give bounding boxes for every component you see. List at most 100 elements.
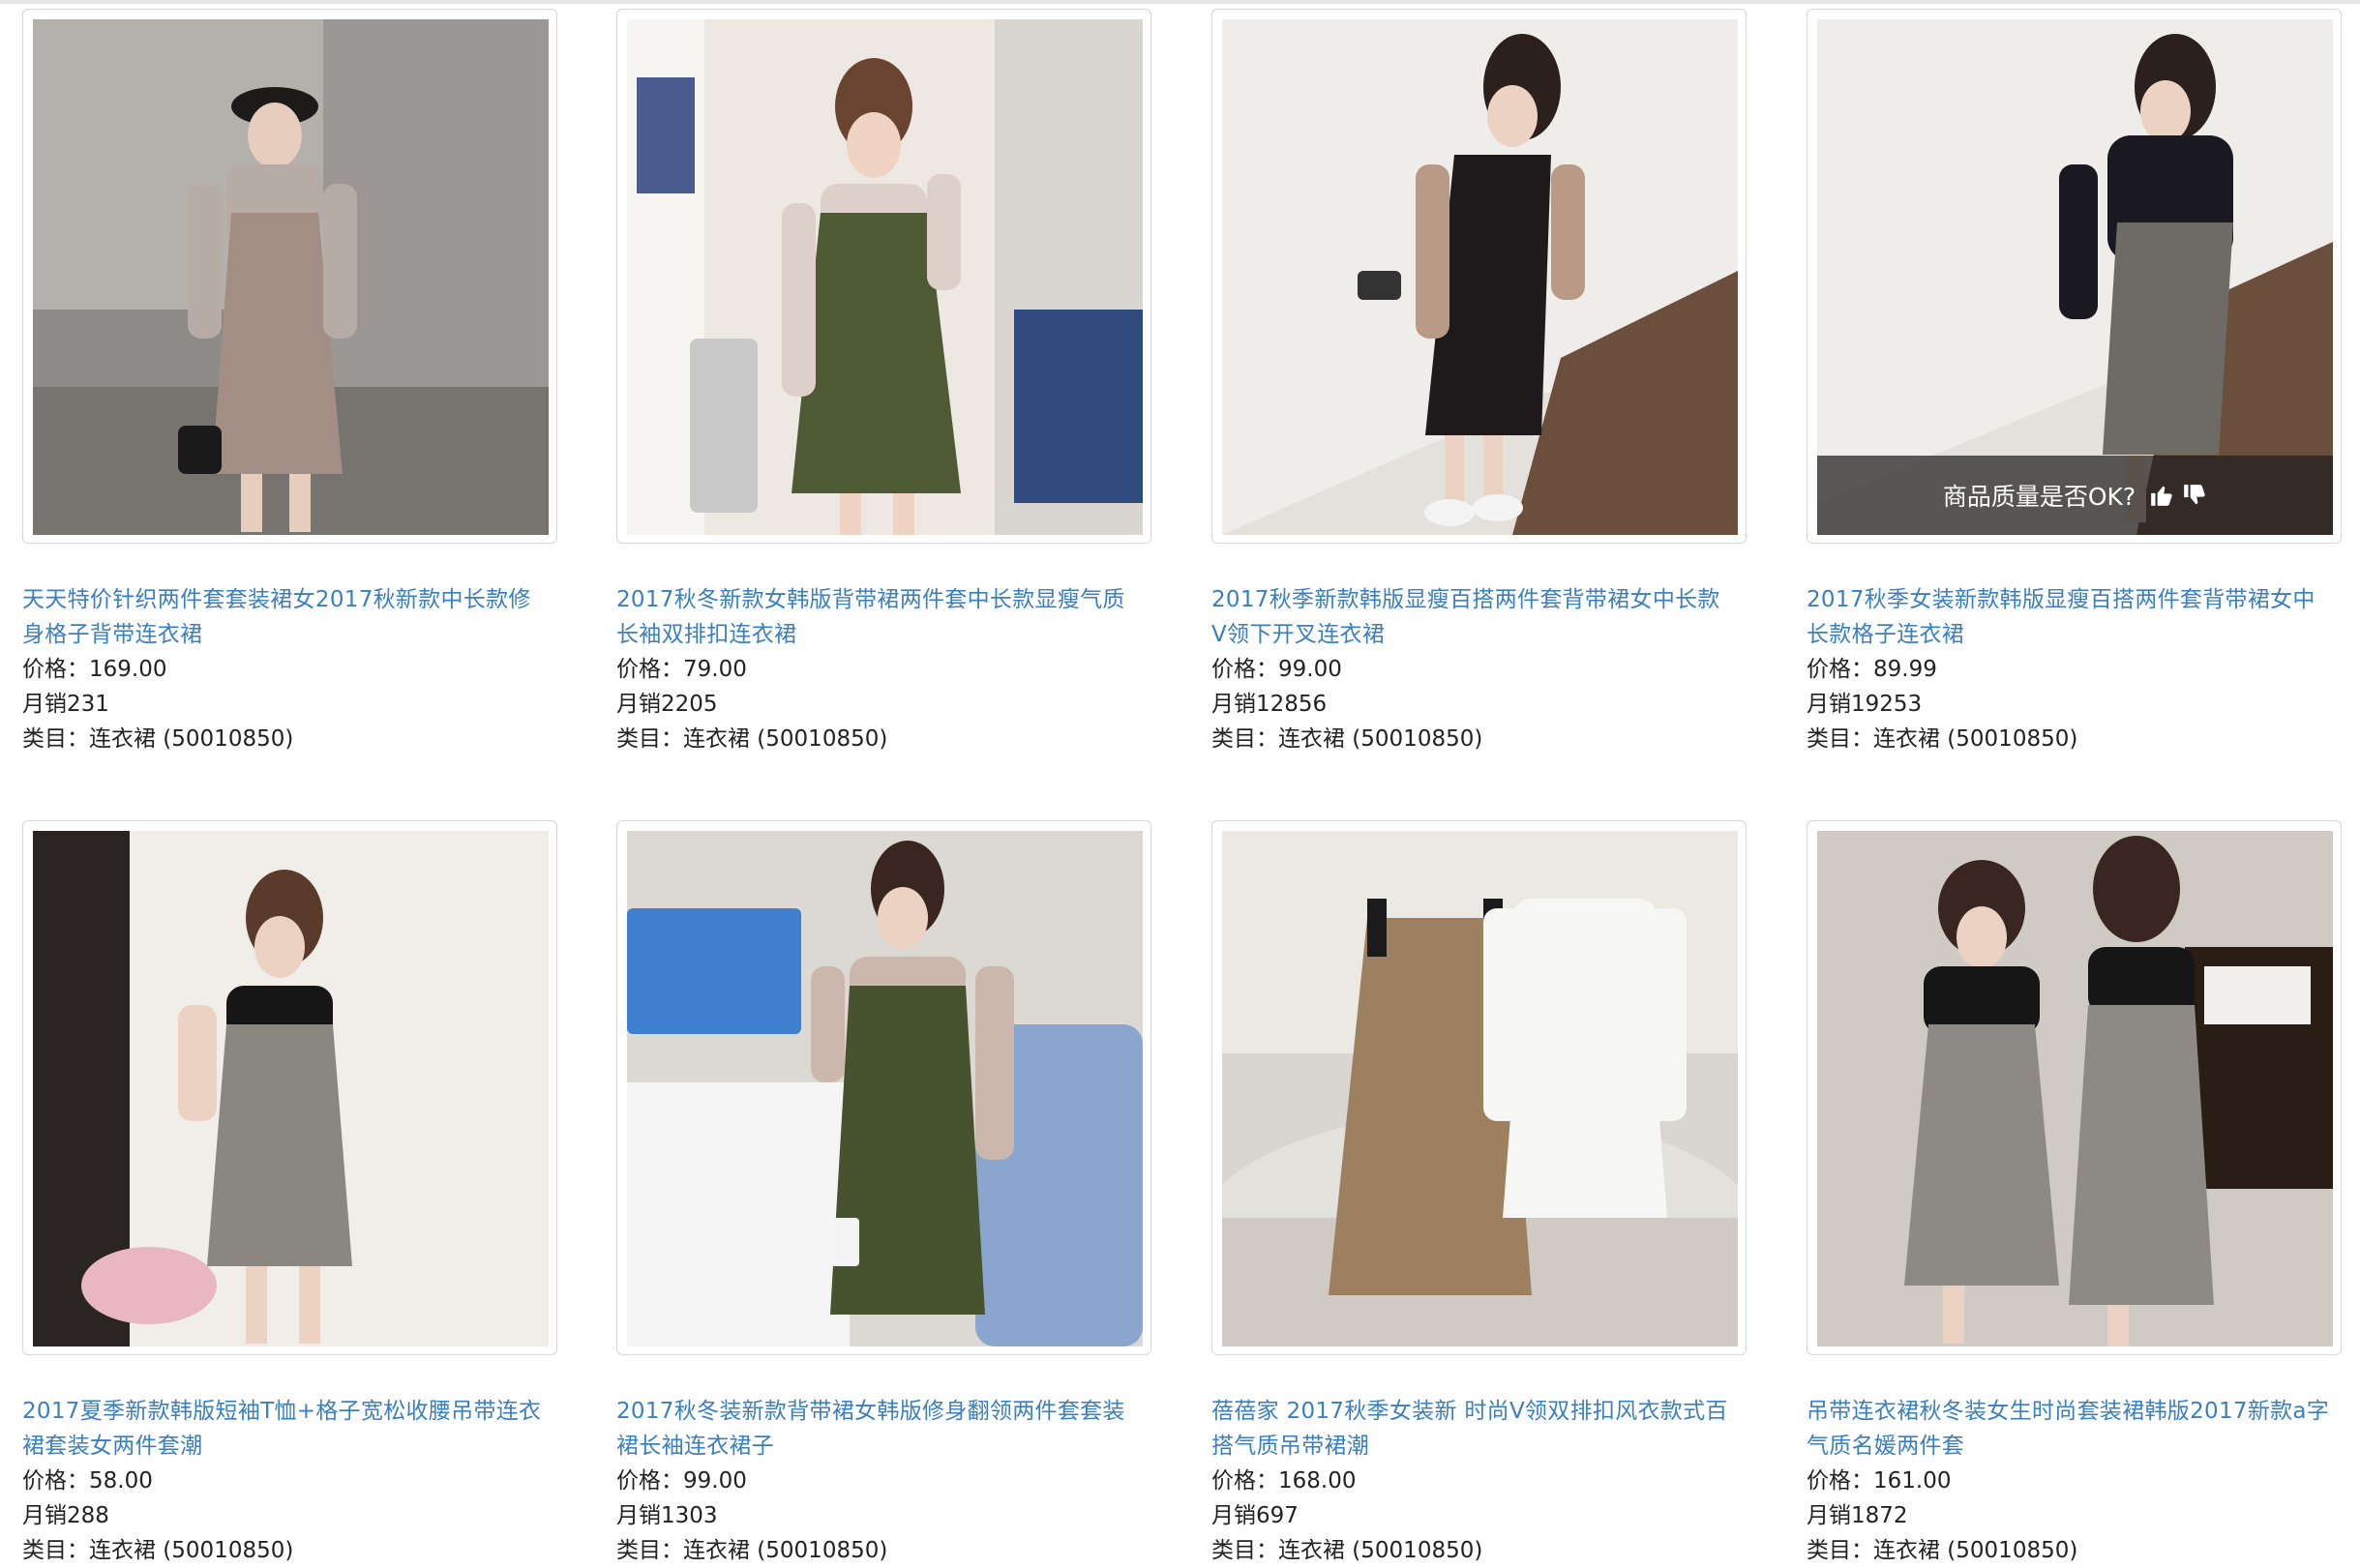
product-photo[interactable] <box>1222 831 1738 1346</box>
product-price: 价格：169.00 <box>22 652 564 687</box>
product-grid: 天天特价针织两件套套装裙女2017秋新款中长款修 身格子背带连衣裙 价格：169… <box>0 0 2360 1563</box>
sales-label: 月销 <box>1807 692 1851 717</box>
sales-value: 12856 <box>1256 692 1328 717</box>
product-price: 价格：58.00 <box>22 1464 564 1498</box>
category-label: 类目： <box>1211 726 1278 752</box>
product-thumbnail[interactable] <box>1211 820 1747 1355</box>
price-value: 99.00 <box>683 1468 747 1494</box>
product-title-line[interactable]: 2017秋季新款韩版显瘦百搭两件套背带裙女中长款 <box>1211 582 1753 617</box>
product-monthly-sales: 月销1303 <box>616 1498 1158 1533</box>
product-title-link[interactable]: 2017秋季新款韩版显瘦百搭两件套背带裙女中长款 V领下开叉连衣裙 <box>1211 582 1753 652</box>
product-photo[interactable]: 商品质量是否OK? <box>1817 19 2333 535</box>
category-label: 类目： <box>22 726 89 752</box>
sales-label: 月销 <box>616 1503 661 1528</box>
product-title-line[interactable]: 2017夏季新款韩版短袖T恤+格子宽松收腰吊带连衣 <box>22 1394 564 1429</box>
product-title-link[interactable]: 2017夏季新款韩版短袖T恤+格子宽松收腰吊带连衣 裙套装女两件套潮 <box>22 1394 564 1464</box>
price-value: 169.00 <box>89 657 167 682</box>
product-thumbnail[interactable] <box>1211 9 1747 544</box>
sales-label: 月销 <box>1211 1503 1256 1528</box>
category-value: 连衣裙 (50010850) <box>1873 1538 2078 1563</box>
product-title-line[interactable]: 蓓蓓家 2017秋季女装新 时尚V领双排扣风衣款式百 <box>1211 1394 1753 1429</box>
category-value: 连衣裙 (50010850) <box>1278 726 1483 752</box>
price-value: 89.99 <box>1873 657 1937 682</box>
price-value: 161.00 <box>1873 1468 1952 1494</box>
quality-feedback-overlay: 商品质量是否OK? <box>1817 456 2333 535</box>
product-category: 类目：连衣裙 (50010850) <box>616 1533 1158 1568</box>
product-category: 类目：连衣裙 (50010850) <box>616 722 1158 756</box>
product-title-line[interactable]: 搭气质吊带裙潮 <box>1211 1429 1753 1464</box>
product-thumbnail[interactable] <box>22 820 557 1355</box>
price-value: 99.00 <box>1278 657 1342 682</box>
product-title-link[interactable]: 2017秋冬新款女韩版背带裙两件套中长款显瘦气质 长袖双排扣连衣裙 <box>616 582 1158 652</box>
product-title-link[interactable]: 蓓蓓家 2017秋季女装新 时尚V领双排扣风衣款式百 搭气质吊带裙潮 <box>1211 1394 1753 1464</box>
product-title-link[interactable]: 2017秋季女装新款韩版显瘦百搭两件套背带裙女中 长款格子连衣裙 <box>1807 582 2348 652</box>
product-title-line[interactable]: 长袖双排扣连衣裙 <box>616 617 1158 652</box>
product-photo[interactable] <box>1222 19 1738 535</box>
sales-label: 月销 <box>22 1503 67 1528</box>
product-category: 类目：连衣裙 (50010850) <box>22 1533 564 1568</box>
product-thumbnail[interactable] <box>616 9 1151 544</box>
sales-value: 288 <box>67 1503 109 1528</box>
product-title-line[interactable]: 气质名媛两件套 <box>1807 1429 2348 1464</box>
product-monthly-sales: 月销1872 <box>1807 1498 2348 1533</box>
product-photo[interactable] <box>627 831 1143 1346</box>
product-photo[interactable] <box>33 831 549 1346</box>
thumbs-up-icon[interactable] <box>2149 483 2174 508</box>
product-photo[interactable] <box>33 19 549 535</box>
product-price: 价格：168.00 <box>1211 1464 1753 1498</box>
product-price: 价格：89.99 <box>1807 652 2348 687</box>
sales-value: 231 <box>67 692 109 717</box>
thumbs-down-icon[interactable] <box>2182 483 2207 508</box>
price-label: 价格： <box>1807 1468 1873 1494</box>
product-title-line[interactable]: V领下开叉连衣裙 <box>1211 617 1753 652</box>
product-monthly-sales: 月销2205 <box>616 687 1158 722</box>
product-monthly-sales: 月销231 <box>22 687 564 722</box>
product-thumbnail[interactable] <box>1807 820 2342 1355</box>
product-title-line[interactable]: 天天特价针织两件套套装裙女2017秋新款中长款修 <box>22 582 564 617</box>
product-title-line[interactable]: 吊带连衣裙秋冬装女生时尚套装裙韩版2017新款a字 <box>1807 1394 2348 1429</box>
product-title-line[interactable]: 2017秋冬装新款背带裙女韩版修身翻领两件套套装 <box>616 1394 1158 1429</box>
product-title-line[interactable]: 身格子背带连衣裙 <box>22 617 564 652</box>
sales-label: 月销 <box>1211 692 1256 717</box>
category-value: 连衣裙 (50010850) <box>683 1538 888 1563</box>
category-label: 类目： <box>22 1538 89 1563</box>
category-value: 连衣裙 (50010850) <box>1873 726 2078 752</box>
product-monthly-sales: 月销288 <box>22 1498 564 1533</box>
product-title-link[interactable]: 吊带连衣裙秋冬装女生时尚套装裙韩版2017新款a字 气质名媛两件套 <box>1807 1394 2348 1464</box>
category-value: 连衣裙 (50010850) <box>683 726 888 752</box>
price-label: 价格： <box>22 1468 89 1494</box>
sales-value: 19253 <box>1851 692 1923 717</box>
price-label: 价格： <box>616 657 683 682</box>
category-label: 类目： <box>616 1538 683 1563</box>
product-category: 类目：连衣裙 (50010850) <box>1807 722 2348 756</box>
product-thumbnail[interactable]: 商品质量是否OK? <box>1807 9 2342 544</box>
product-photo[interactable] <box>1817 831 2333 1346</box>
product-photo[interactable] <box>627 19 1143 535</box>
sales-label: 月销 <box>1807 1503 1851 1528</box>
category-label: 类目： <box>616 726 683 752</box>
product-price: 价格：99.00 <box>1211 652 1753 687</box>
product-price: 价格：99.00 <box>616 1464 1158 1498</box>
sales-value: 1303 <box>661 1503 718 1528</box>
price-label: 价格： <box>22 657 89 682</box>
product-category: 类目：连衣裙 (50010850) <box>1211 722 1753 756</box>
sales-label: 月销 <box>22 692 67 717</box>
category-value: 连衣裙 (50010850) <box>89 726 294 752</box>
price-value: 58.00 <box>89 1468 153 1494</box>
product-title-line[interactable]: 裙套装女两件套潮 <box>22 1429 564 1464</box>
product-category: 类目：连衣裙 (50010850) <box>1211 1533 1753 1568</box>
product-category: 类目：连衣裙 (50010850) <box>1807 1533 2348 1568</box>
category-label: 类目： <box>1807 1538 1873 1563</box>
product-title-link[interactable]: 天天特价针织两件套套装裙女2017秋新款中长款修 身格子背带连衣裙 <box>22 582 564 652</box>
product-title-line[interactable]: 长款格子连衣裙 <box>1807 617 2348 652</box>
product-thumbnail[interactable] <box>22 9 557 544</box>
product-title-link[interactable]: 2017秋冬装新款背带裙女韩版修身翻领两件套套装 裙长袖连衣裙子 <box>616 1394 1158 1464</box>
product-title-line[interactable]: 裙长袖连衣裙子 <box>616 1429 1158 1464</box>
sales-label: 月销 <box>616 692 661 717</box>
product-price: 价格：79.00 <box>616 652 1158 687</box>
product-title-line[interactable]: 2017秋冬新款女韩版背带裙两件套中长款显瘦气质 <box>616 582 1158 617</box>
product-thumbnail[interactable] <box>616 820 1151 1355</box>
price-label: 价格： <box>1807 657 1873 682</box>
sales-value: 697 <box>1256 1503 1299 1528</box>
product-title-line[interactable]: 2017秋季女装新款韩版显瘦百搭两件套背带裙女中 <box>1807 582 2348 617</box>
